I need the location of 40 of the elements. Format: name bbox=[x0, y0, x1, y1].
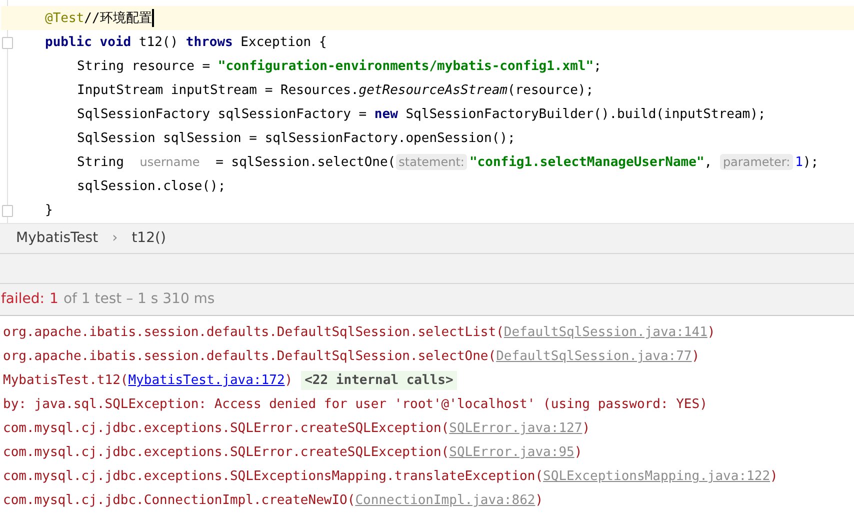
stack-trace-text: ) bbox=[692, 349, 700, 364]
stack-trace-text: com.mysql.cj.jdbc.exceptions.SQLError.createSQLException( bbox=[3, 421, 450, 436]
stack-trace-text: com.mysql.cj.jdbc.exceptions.SQLError.createSQLException( bbox=[3, 445, 450, 460]
stack-trace-text: by: java.sql.SQLException: Access denied for user 'root'@'localhost' (using password: YES) bbox=[3, 397, 708, 412]
stack-trace-text: org.apache.ibatis.session.defaults.DefaultSqlSession.selectList( bbox=[3, 325, 504, 340]
stack-trace-text: ) bbox=[582, 421, 590, 436]
source-link[interactable]: DefaultSqlSession.java:77 bbox=[496, 349, 692, 364]
code-statement: } bbox=[45, 202, 53, 218]
code-statement: @Test//环境配置 bbox=[45, 10, 152, 27]
stack-trace-text: ) bbox=[284, 373, 293, 388]
stack-trace-text: ) bbox=[574, 445, 582, 460]
internal-calls-fold[interactable]: <22 internal calls> bbox=[300, 371, 458, 390]
breadcrumb-item[interactable]: MybatisTest bbox=[16, 230, 98, 246]
fold-marker-icon[interactable] bbox=[2, 205, 13, 217]
test-status-text: 1 bbox=[50, 291, 58, 308]
stack-trace-text: ) bbox=[535, 493, 544, 508]
breadcrumb-item[interactable]: t12() bbox=[132, 230, 166, 246]
test-status-text: of 1 test – 1 s 310 ms bbox=[63, 291, 215, 308]
stack-trace-text: org.apache.ibatis.session.defaults.DefaultSqlSession.selectOne( bbox=[3, 349, 496, 364]
code-statement: InputStream inputStream = Resources.getResourceAsStream(resource); bbox=[77, 82, 594, 98]
stack-trace-text: ) bbox=[770, 469, 778, 484]
code-statement: String username = sqlSession.selectOne( statement: "config1.selectManageUserName", parameter: 1); bbox=[77, 154, 819, 170]
source-link[interactable]: SQLError.java:95 bbox=[449, 445, 574, 460]
breadcrumb-separator: › bbox=[112, 230, 118, 246]
code-statement: SqlSession sqlSession = sqlSessionFactory.openSession(); bbox=[77, 130, 516, 146]
source-link[interactable]: MybatisTest.java:172 bbox=[128, 373, 285, 388]
source-link[interactable]: SQLError.java:127 bbox=[449, 421, 582, 436]
source-link[interactable]: DefaultSqlSession.java:141 bbox=[504, 325, 708, 340]
stack-trace-text: MybatisTest.t12( bbox=[3, 373, 128, 388]
code-statement: public void t12() throws Exception { bbox=[45, 34, 327, 50]
stack-trace-text: com.mysql.cj.jdbc.ConnectionImpl.createNewIO( bbox=[3, 493, 356, 508]
stack-trace-text: com.mysql.cj.jdbc.exceptions.SQLExceptionsMapping.translateException( bbox=[3, 469, 544, 484]
source-link[interactable]: SQLExceptionsMapping.java:122 bbox=[543, 469, 770, 484]
stack-trace-text: ) bbox=[707, 325, 716, 340]
code-statement: SqlSessionFactory sqlSessionFactory = new SqlSessionFactoryBuilder().build(inputStream); bbox=[77, 106, 766, 122]
code-statement: String resource = "configuration-environments/mybatis-config1.xml"; bbox=[77, 58, 602, 74]
fold-marker-icon[interactable] bbox=[2, 37, 13, 49]
test-status-text: failed: bbox=[1, 291, 45, 308]
source-link[interactable]: ConnectionImpl.java:862 bbox=[355, 493, 536, 508]
code-statement: sqlSession.close(); bbox=[77, 178, 226, 194]
